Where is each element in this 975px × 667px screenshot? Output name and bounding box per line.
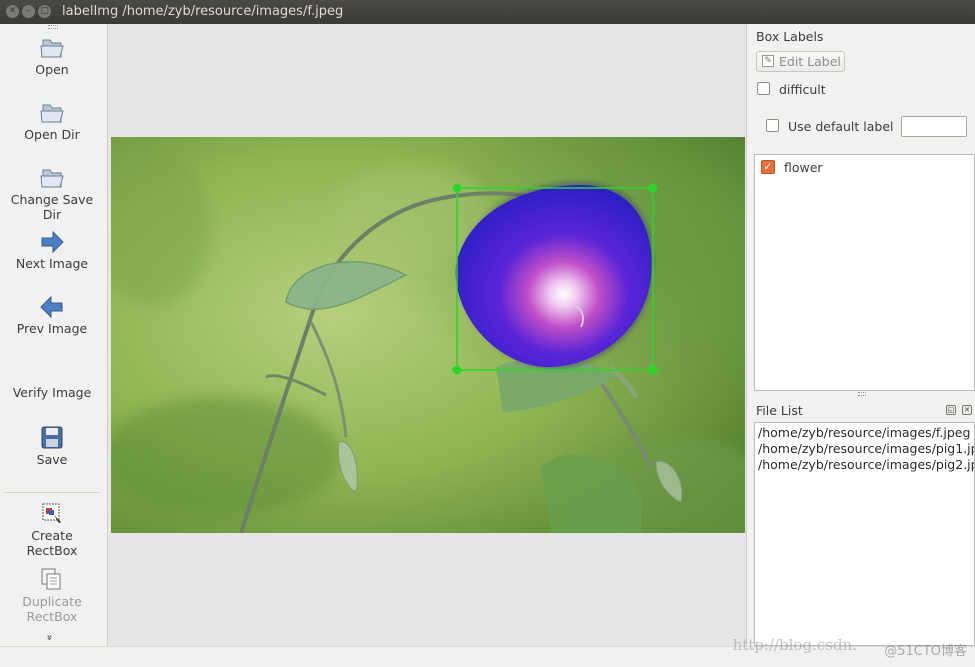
minimize-icon[interactable]: –: [22, 5, 35, 18]
folder-open-icon: [40, 39, 64, 58]
label-list[interactable]: ✓ flower: [754, 154, 975, 391]
bounding-box[interactable]: [111, 137, 745, 533]
create-rectbox-icon: [42, 503, 61, 523]
toolbar-grip[interactable]: [48, 25, 58, 29]
float-panel-icon[interactable]: ◱: [946, 405, 956, 415]
pencil-icon: ✎: [762, 55, 774, 67]
verify-image-label: Verify Image: [12, 385, 92, 400]
duplicate-rectbox-button[interactable]: Duplicate RectBox: [0, 566, 104, 624]
toolbar-more-icon[interactable]: »: [44, 634, 55, 640]
difficult-label: difficult: [779, 82, 826, 97]
open-dir-label: Open Dir: [24, 127, 80, 142]
duplicate-icon: [41, 568, 61, 590]
file-list[interactable]: /home/zyb/resource/images/f.jpeg /home/z…: [754, 422, 975, 646]
label-visible-checkbox[interactable]: ✓: [761, 160, 775, 174]
edit-label-text: Edit Label: [779, 54, 841, 69]
watermark-url: http://blog.csdn.: [732, 636, 857, 654]
file-list-item[interactable]: /home/zyb/resource/images/pig1.jpeg: [758, 441, 974, 457]
prev-image-label: Prev Image: [16, 321, 88, 336]
label-item-text: flower: [784, 160, 823, 175]
window-title: labelImg /home/zyb/resource/images/f.jpe…: [62, 4, 344, 19]
bbox-handle-top-left[interactable]: [452, 183, 462, 193]
arrow-right-icon: [41, 230, 64, 254]
image-photo[interactable]: [111, 137, 745, 533]
edit-label-button[interactable]: ✎ Edit Label: [756, 51, 845, 72]
file-list-title: File List: [756, 403, 803, 418]
floppy-disk-icon: [41, 426, 63, 449]
create-rectbox-label: Create RectBox: [26, 528, 78, 558]
window-titlebar: ✕ – ▢ labelImg /home/zyb/resource/images…: [0, 0, 975, 24]
verify-image-button[interactable]: Verify Image: [0, 385, 104, 400]
default-label-input[interactable]: [901, 116, 967, 137]
difficult-checkbox[interactable]: [757, 82, 770, 95]
toolbar-separator: [4, 492, 100, 493]
duplicate-rectbox-label: Duplicate RectBox: [22, 594, 82, 624]
image-canvas[interactable]: [107, 24, 747, 646]
create-rectbox-button[interactable]: Create RectBox: [0, 500, 104, 558]
save-button[interactable]: Save: [0, 424, 104, 467]
change-save-dir-button[interactable]: Change Save Dir: [0, 164, 104, 222]
close-panel-icon[interactable]: ✕: [962, 405, 972, 415]
right-dock: Box Labels ✎ Edit Label difficult Use de…: [748, 24, 975, 646]
folder-open-icon: [40, 104, 64, 123]
box-labels-title: Box Labels: [756, 29, 824, 44]
use-default-label-checkbox[interactable]: [766, 119, 779, 132]
prev-image-button[interactable]: Prev Image: [0, 293, 104, 336]
use-default-label-text: Use default label: [788, 119, 894, 134]
maximize-icon[interactable]: ▢: [38, 5, 51, 18]
bbox-handle-bottom-right[interactable]: [648, 365, 658, 375]
next-image-label: Next Image: [15, 256, 89, 271]
open-dir-button[interactable]: Open Dir: [0, 99, 104, 142]
close-icon[interactable]: ✕: [6, 5, 19, 18]
dock-splitter[interactable]: [858, 392, 866, 396]
open-label: Open: [35, 62, 69, 77]
arrow-left-icon: [40, 295, 63, 319]
watermark-brand: @51CTO博客: [884, 644, 967, 659]
bbox-handle-bottom-left[interactable]: [452, 365, 462, 375]
change-save-dir-label: Change Save Dir: [10, 192, 94, 222]
open-button[interactable]: Open: [0, 34, 104, 77]
folder-open-icon: [40, 169, 64, 188]
save-label: Save: [36, 452, 68, 467]
file-list-item[interactable]: /home/zyb/resource/images/pig2.jpg: [758, 457, 974, 473]
file-list-item[interactable]: /home/zyb/resource/images/f.jpeg: [758, 425, 970, 441]
next-image-button[interactable]: Next Image: [0, 228, 104, 271]
tools-toolbar: Open Open Dir Change Save Dir Next Image…: [0, 24, 106, 646]
bbox-handle-top-right[interactable]: [648, 183, 658, 193]
